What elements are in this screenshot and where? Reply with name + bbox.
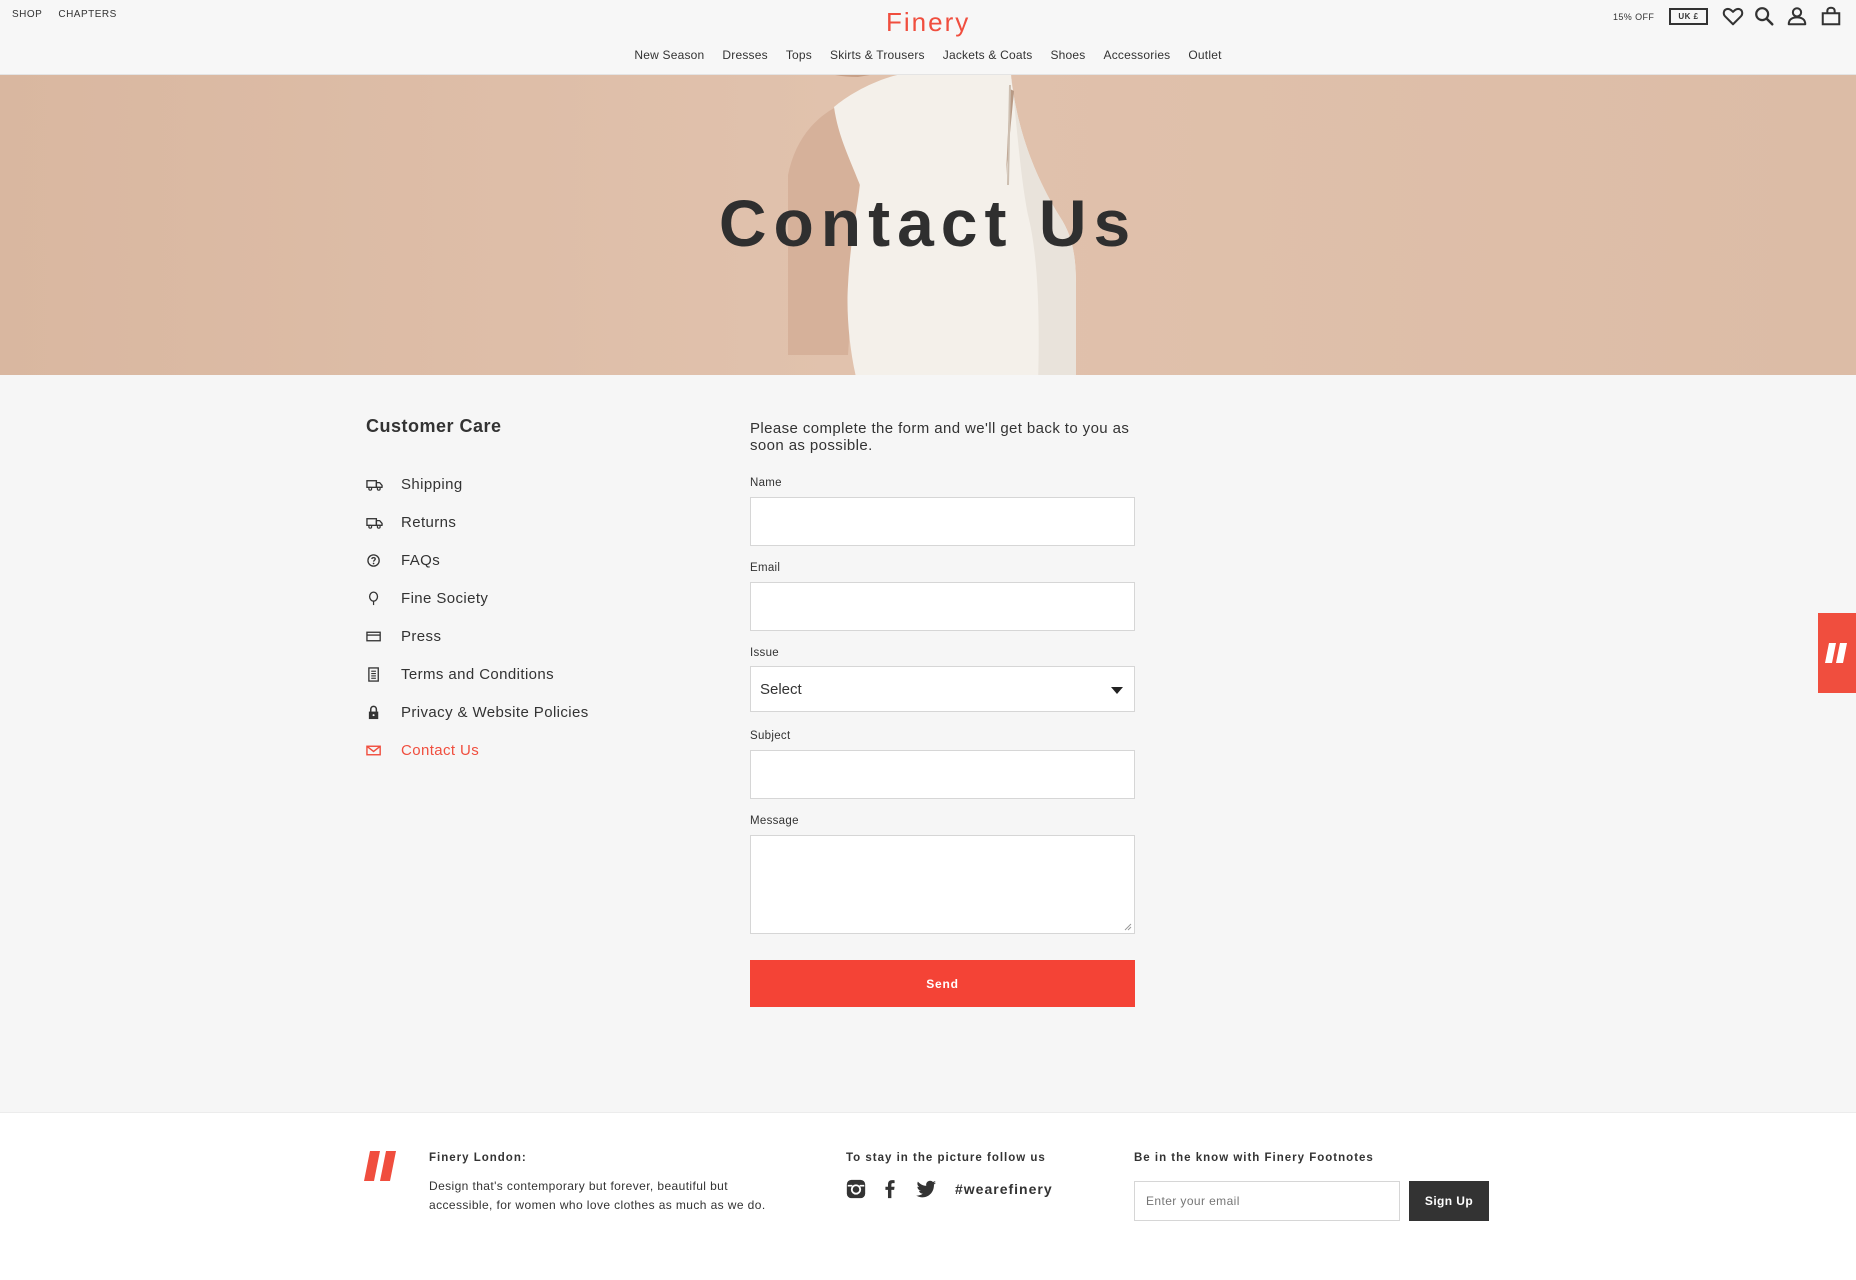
contact-form: Please complete the form and we'll get b… [750,416,1150,1007]
social-links: #wearefinery [845,1178,1053,1200]
lock-icon [366,704,401,720]
sidebar-item-terms[interactable]: Terms and Conditions [366,655,696,693]
sidebar-item-shipping[interactable]: Shipping [366,465,696,503]
newsletter-email-input[interactable] [1134,1181,1400,1221]
nav-outlet[interactable]: Outlet [1188,48,1221,62]
message-label: Message [750,815,799,827]
quote-icon [364,1151,396,1181]
issue-label: Issue [750,647,779,659]
about-text-line-1: Design that's contemporary but forever, … [429,1179,728,1193]
shop-link[interactable]: SHOP [12,9,42,20]
sidebar-item-label: Shipping [401,475,463,493]
send-button[interactable]: Send [750,960,1135,1007]
form-intro: Please complete the form and we'll get b… [750,420,1130,454]
hero-banner: Contact Us [0,75,1856,375]
twitter-icon[interactable] [913,1178,939,1200]
sidebar-item-fine-society[interactable]: Fine Society [366,579,696,617]
instagram-icon[interactable] [845,1178,867,1200]
subject-label: Subject [750,730,791,742]
document-icon [366,666,401,682]
top-links: SHOP CHAPTERS [12,9,117,20]
sidebar-item-press[interactable]: Press [366,617,696,655]
envelope-icon [366,742,401,758]
chapters-link[interactable]: CHAPTERS [58,9,116,20]
email-field[interactable] [750,582,1135,631]
sidebar-item-label: Press [401,627,442,645]
newsletter-title: Be in the know with Finery Footnotes [1134,1152,1374,1164]
sidebar-title: Customer Care [366,416,502,436]
bag-icon[interactable] [1820,5,1842,27]
sidebar-item-label: Terms and Conditions [401,665,555,683]
issue-selected-value: Select [760,680,802,698]
resize-handle-icon[interactable] [1124,923,1132,931]
chevron-down-icon [1111,687,1123,694]
subject-field[interactable] [750,750,1135,799]
signup-button[interactable]: Sign Up [1409,1181,1489,1221]
truck-icon [366,476,401,492]
sidebar-item-label: FAQs [401,551,441,569]
name-label: Name [750,477,782,489]
hashtag-text[interactable]: #wearefinery [955,1181,1053,1197]
about-text-line-2: accessible, for women who love clothes a… [429,1198,766,1212]
site-header: SHOP CHAPTERS Finery New Season Dresses … [0,0,1856,75]
promo-link[interactable]: 15% OFF [1613,12,1654,22]
search-icon[interactable] [1753,5,1775,27]
issue-select[interactable]: Select [750,666,1135,712]
quote-icon [1825,643,1847,663]
page-title: Contact Us [718,186,1138,260]
sidebar-item-label: Contact Us [401,741,480,759]
site-footer: Finery London: Design that's contemporar… [0,1112,1856,1280]
sidebar-item-label: Privacy & Website Policies [401,703,589,721]
about-title: Finery London: [429,1152,527,1164]
facebook-icon[interactable] [879,1178,901,1200]
feedback-tab[interactable] [1818,613,1856,693]
nav-skirts-trousers[interactable]: Skirts & Trousers [830,48,925,62]
card-icon [366,628,401,644]
follow-title: To stay in the picture follow us [846,1152,1046,1164]
customer-care-sidebar: Customer Care Shipping Returns FAQs Fine… [366,416,696,769]
currency-selector[interactable]: UK £ [1669,8,1708,25]
nav-dresses[interactable]: Dresses [722,48,767,62]
message-textarea[interactable] [750,835,1135,934]
nav-shoes[interactable]: Shoes [1050,48,1085,62]
main-nav: New Season Dresses Tops Skirts & Trouser… [0,48,1856,62]
email-label: Email [750,562,781,574]
sidebar-item-faqs[interactable]: FAQs [366,541,696,579]
nav-accessories[interactable]: Accessories [1104,48,1171,62]
truck-icon [366,514,401,530]
balloon-icon [366,590,401,606]
heart-icon[interactable] [1722,5,1744,27]
sidebar-item-privacy[interactable]: Privacy & Website Policies [366,693,696,731]
sidebar-item-returns[interactable]: Returns [366,503,696,541]
question-circle-icon [366,552,401,568]
nav-new-season[interactable]: New Season [634,48,704,62]
name-field[interactable] [750,497,1135,546]
nav-jackets-coats[interactable]: Jackets & Coats [943,48,1033,62]
sidebar-item-label: Returns [401,513,457,531]
account-icon[interactable] [1786,5,1808,27]
sidebar-item-label: Fine Society [401,589,489,607]
finery-logo[interactable]: Finery [886,7,970,38]
sidebar-item-contact-us[interactable]: Contact Us [366,731,696,769]
nav-tops[interactable]: Tops [786,48,812,62]
